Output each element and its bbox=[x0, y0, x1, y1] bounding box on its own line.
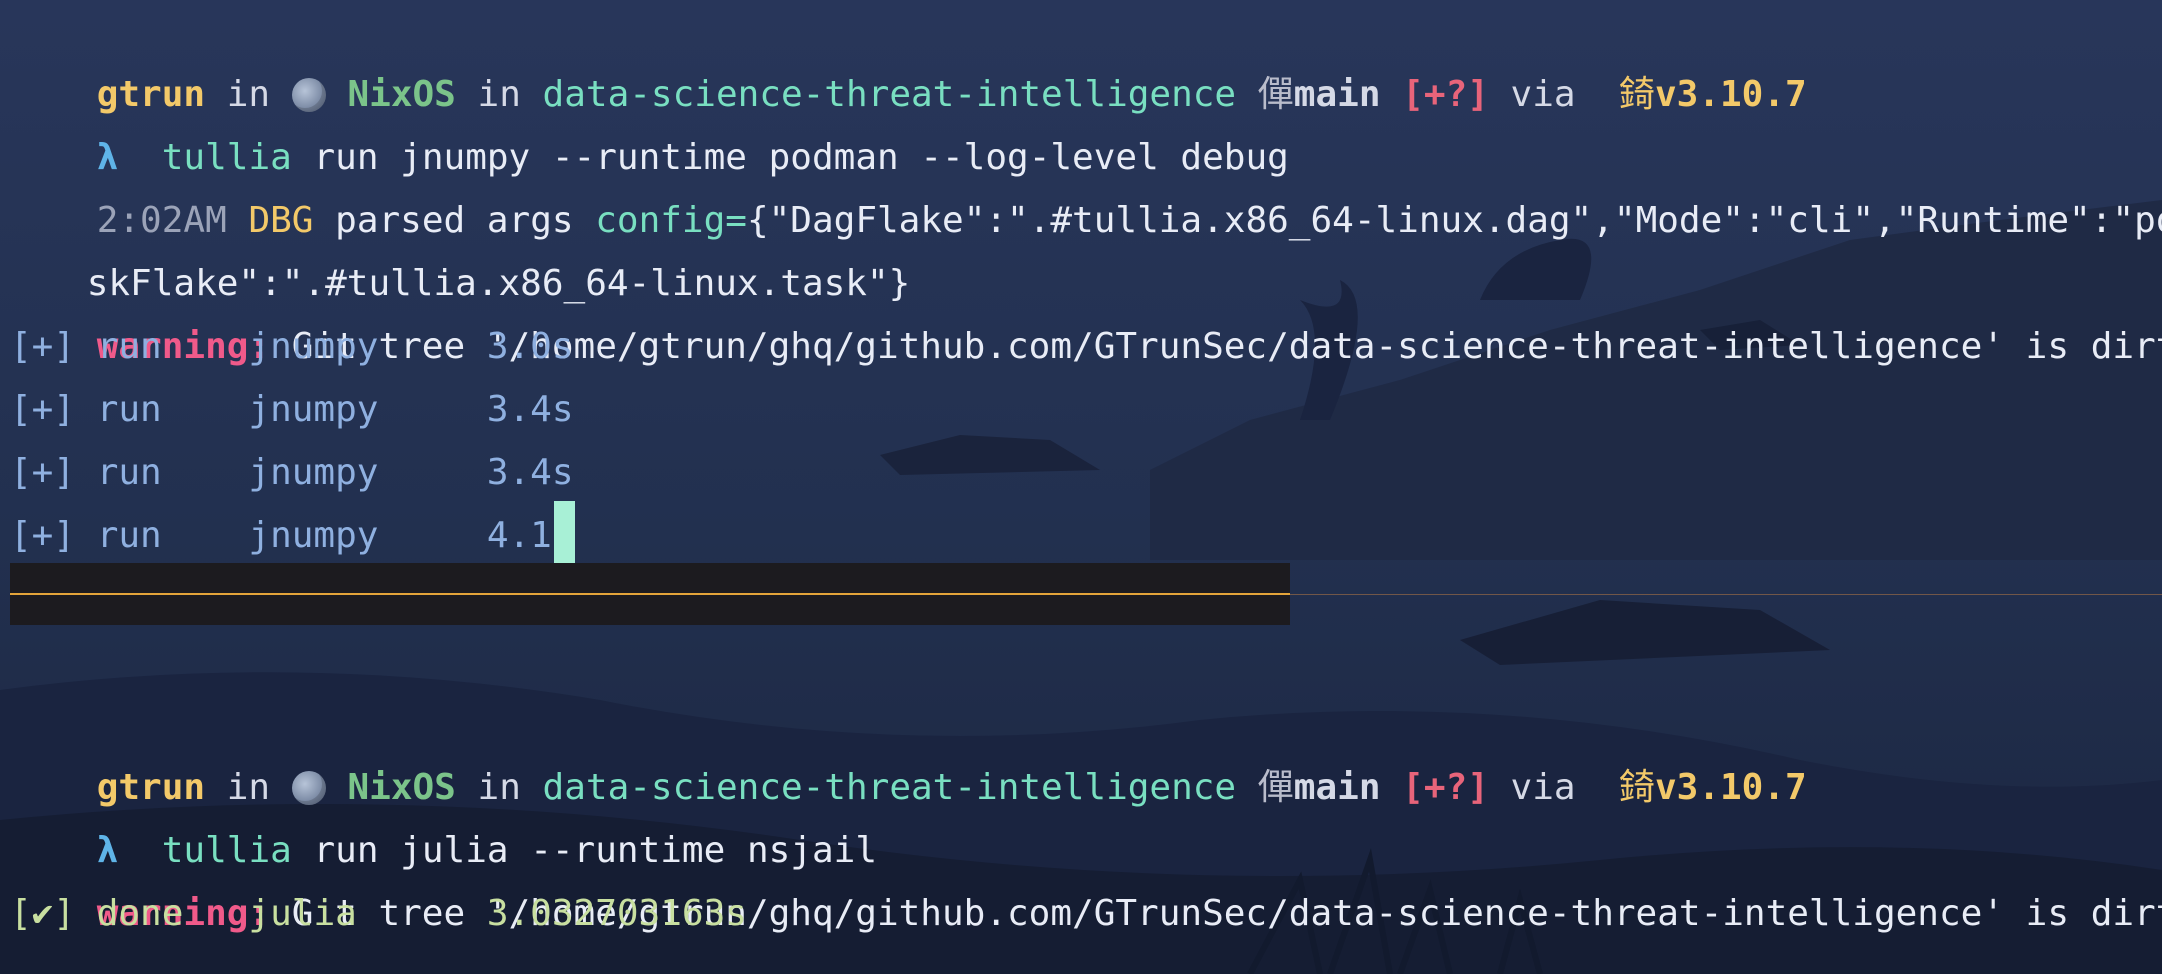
python-icon: 錡 bbox=[1597, 767, 1655, 808]
log-line-wrap: skFlake":".#tullia.x86_64-linux.task"} bbox=[86, 263, 911, 304]
prompt-line: gtrun in NixOS in data-science-threat-in… bbox=[96, 767, 1807, 808]
progress-line: [+] run jnumpy 3.4s bbox=[10, 389, 574, 430]
log-value: {"DagFlake":".#tullia.x86_64-linux.dag",… bbox=[746, 200, 2162, 241]
log-line: 2:02AM DBG parsed args config={"DagFlake… bbox=[10, 126, 2162, 241]
result-line: [✔] done julia 3.032703163s bbox=[10, 893, 747, 934]
command-line[interactable]: λ tullia run jnumpy --runtime podman --l… bbox=[10, 63, 1289, 178]
terminal-cursor bbox=[554, 501, 575, 563]
terminal-window[interactable]: gtrun in NixOS in data-science-threat-in… bbox=[0, 0, 2162, 974]
status-divider bbox=[10, 593, 1290, 595]
warning-line: warning: Git tree '/home/gtrun/ghq/githu… bbox=[10, 252, 2162, 367]
prompt-python-version: v3.10.7 bbox=[1654, 74, 1807, 115]
prompt-line: gtrun in NixOS in data-science-threat-in… bbox=[96, 74, 1807, 115]
prompt-branch: main bbox=[1293, 74, 1381, 115]
warning-line: warning: Git tree '/home/gtrun/ghq/githu… bbox=[10, 819, 2162, 934]
progress-line: [+] run jnumpy 4.1s bbox=[10, 515, 574, 556]
prompt-branch: main bbox=[1293, 767, 1381, 808]
python-icon: 錡 bbox=[1597, 74, 1655, 115]
command-line[interactable]: λ tullia run julia --runtime nsjail bbox=[10, 756, 877, 871]
progress-line: [+] run jnumpy 3.4s bbox=[10, 452, 574, 493]
prompt-git-status: [+?] bbox=[1380, 74, 1489, 115]
pane-divider bbox=[1290, 594, 2162, 595]
prompt-git-status: [+?] bbox=[1380, 767, 1489, 808]
git-branch-icon: 僤 bbox=[1236, 767, 1294, 808]
progress-line: [+] run jnumpy 3.0s bbox=[10, 326, 574, 367]
prompt-python-version: v3.10.7 bbox=[1654, 767, 1807, 808]
